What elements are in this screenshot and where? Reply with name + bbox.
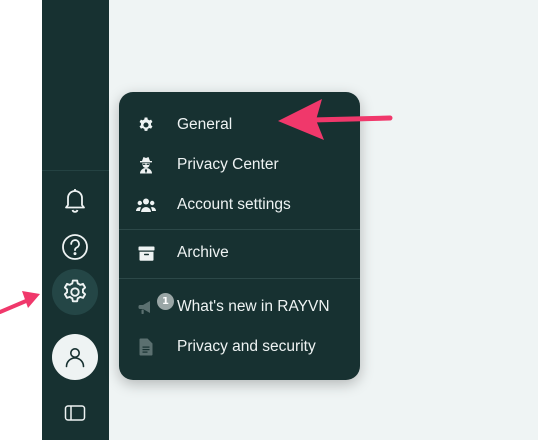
help-button[interactable] — [52, 224, 98, 270]
menu-item-label: Privacy and security — [177, 338, 316, 355]
bell-icon — [62, 186, 88, 214]
left-margin — [0, 0, 42, 440]
menu-item-privacy-security[interactable]: Privacy and security — [119, 328, 360, 366]
menu-divider — [119, 229, 360, 230]
notifications-button[interactable] — [52, 177, 98, 223]
menu-item-account-settings[interactable]: Account settings — [119, 186, 360, 224]
menu-item-whats-new[interactable]: 1 What's new in RAYVN — [119, 288, 360, 326]
pointer-arrow-left — [0, 291, 40, 314]
spy-agent-icon — [136, 155, 156, 175]
document-icon — [136, 337, 156, 357]
notification-badge: 1 — [157, 293, 174, 310]
menu-item-label: Archive — [177, 244, 229, 261]
pointer-arrow-right — [278, 99, 393, 140]
users-icon — [136, 195, 156, 215]
settings-button[interactable] — [52, 269, 98, 315]
gear-icon — [60, 277, 90, 307]
menu-item-privacy-center[interactable]: Privacy Center — [119, 146, 360, 184]
megaphone-icon: 1 — [136, 293, 174, 317]
menu-item-label: Privacy Center — [177, 156, 279, 173]
menu-item-label: General — [177, 116, 233, 133]
sidebar — [42, 0, 109, 440]
help-circle-icon — [61, 233, 89, 261]
menu-item-label: What's new in RAYVN — [177, 298, 330, 315]
sidebar-divider — [42, 170, 109, 171]
user-icon — [63, 345, 87, 369]
archive-box-icon — [136, 243, 156, 263]
menu-divider — [119, 278, 360, 279]
profile-avatar-button[interactable] — [52, 334, 98, 380]
menu-item-label: Account settings — [177, 196, 291, 213]
menu-item-archive[interactable]: Archive — [119, 234, 360, 272]
sidebar-panel-icon — [64, 404, 86, 422]
gear-icon — [136, 115, 156, 135]
toggle-sidebar-button[interactable] — [52, 390, 98, 436]
